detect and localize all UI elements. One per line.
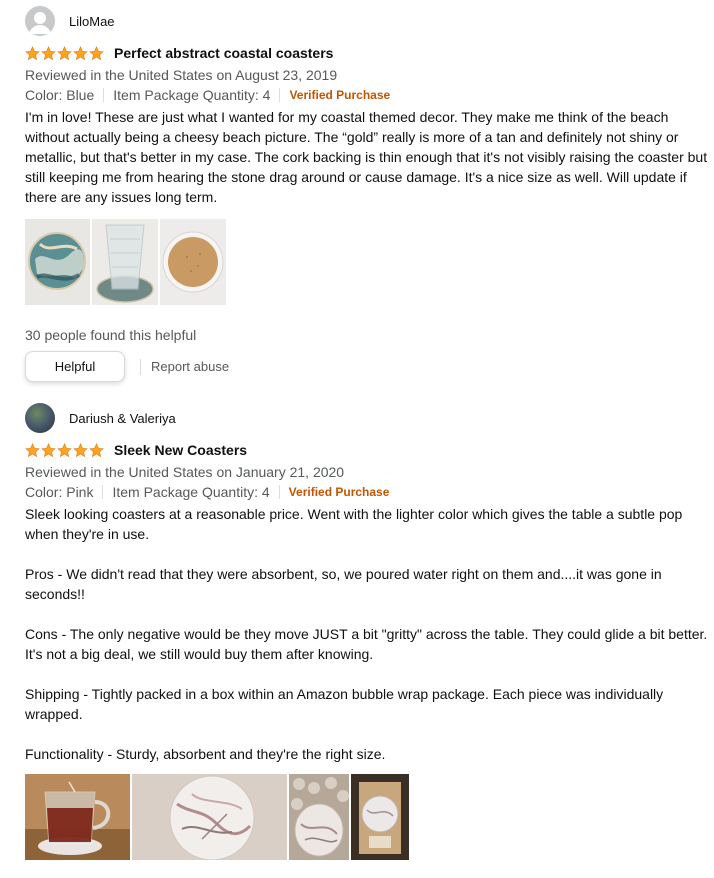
review-image[interactable] <box>289 774 349 860</box>
review-body: I'm in love! These are just what I wante… <box>25 109 708 205</box>
divider <box>278 485 280 499</box>
review-title[interactable]: Sleek New Coasters <box>114 442 247 458</box>
verified-purchase-badge: Verified Purchase <box>288 485 390 499</box>
star-icon <box>25 443 40 458</box>
star-icon <box>89 443 104 458</box>
product-format: Color: Blue Item Package Quantity: 4 Ver… <box>25 86 710 104</box>
report-abuse-link[interactable]: Report abuse <box>151 359 229 374</box>
review-image[interactable] <box>160 219 226 305</box>
review-date: Reviewed in the United States on January… <box>25 464 345 480</box>
star-icon <box>73 46 88 61</box>
review-image[interactable] <box>25 774 130 860</box>
star-icon <box>41 443 56 458</box>
review-images <box>25 774 710 860</box>
helpful-button[interactable]: Helpful <box>25 351 125 382</box>
star-icon <box>41 46 56 61</box>
profile-name[interactable]: LiloMae <box>69 14 115 29</box>
helpful-count: 30 people found this helpful <box>25 327 197 343</box>
verified-purchase-badge: Verified Purchase <box>289 88 391 102</box>
color-option[interactable]: Color: Pink <box>25 483 93 501</box>
review-date: Reviewed in the United States on August … <box>25 67 338 83</box>
color-option[interactable]: Color: Blue <box>25 86 94 104</box>
reviewer-profile[interactable]: Dariush & Valeriya <box>25 403 710 433</box>
star-icon <box>73 443 88 458</box>
star-rating[interactable] <box>25 46 104 61</box>
review-image[interactable] <box>351 774 409 860</box>
review-2: Dariush & Valeriya Sleek New Coasters Re… <box>25 403 710 860</box>
star-icon <box>25 46 40 61</box>
reviewer-profile[interactable]: LiloMae <box>25 6 710 36</box>
product-format: Color: Pink Item Package Quantity: 4 Ver… <box>25 483 710 501</box>
quantity-option[interactable]: Item Package Quantity: 4 <box>113 86 270 104</box>
profile-name[interactable]: Dariush & Valeriya <box>69 411 176 426</box>
star-rating[interactable] <box>25 443 104 458</box>
user-silhouette-icon <box>29 12 51 34</box>
divider <box>102 485 104 499</box>
review-title[interactable]: Perfect abstract coastal coasters <box>114 45 333 61</box>
review-image[interactable] <box>25 219 90 305</box>
star-icon <box>57 46 72 61</box>
avatar[interactable] <box>25 6 55 36</box>
divider <box>279 88 281 102</box>
review-1: LiloMae Perfect abstract coastal coaster… <box>25 6 710 382</box>
review-images <box>25 219 710 305</box>
divider <box>140 358 141 375</box>
review-body: Sleek looking coasters at a reasonable p… <box>25 506 708 762</box>
quantity-option[interactable]: Item Package Quantity: 4 <box>112 483 269 501</box>
star-icon <box>57 443 72 458</box>
star-icon <box>89 46 104 61</box>
review-image[interactable] <box>92 219 158 305</box>
avatar[interactable] <box>25 403 55 433</box>
review-image[interactable] <box>132 774 287 860</box>
divider <box>103 88 105 102</box>
